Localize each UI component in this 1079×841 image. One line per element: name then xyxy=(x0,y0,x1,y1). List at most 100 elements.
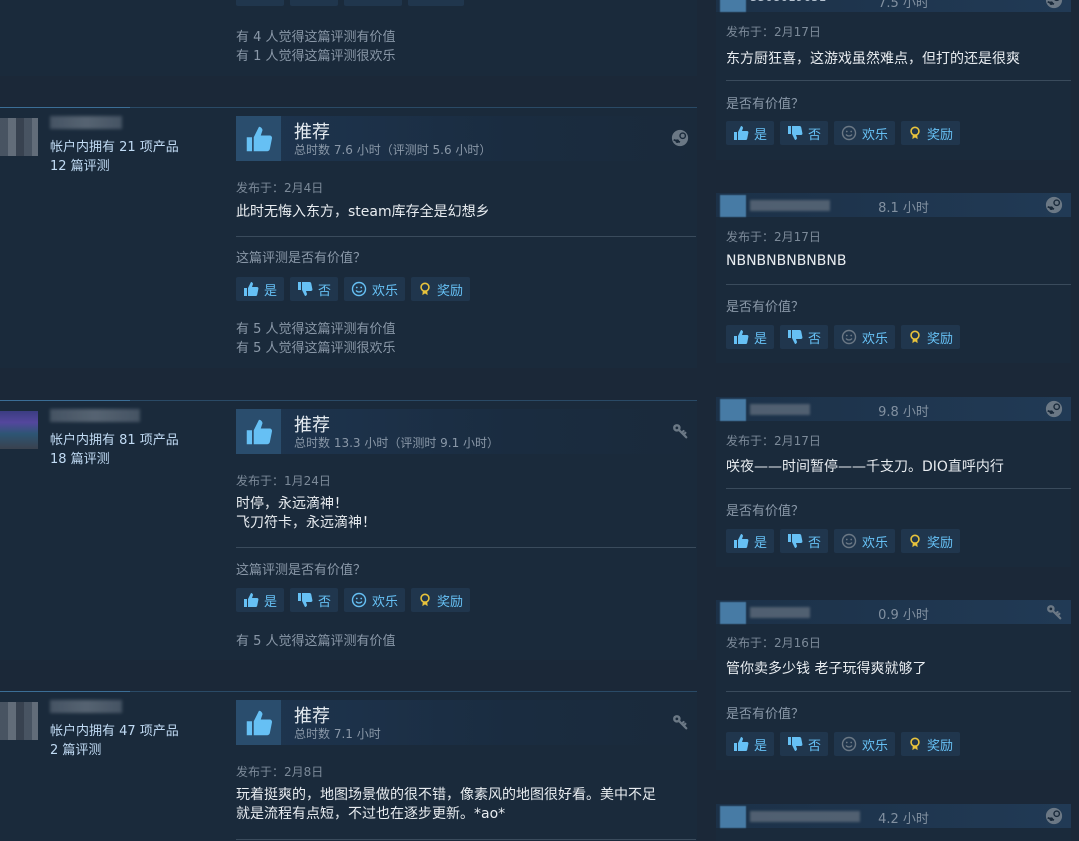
funny-button[interactable]: 欢乐 xyxy=(834,529,896,553)
funny-button[interactable]: 欢乐 xyxy=(344,277,406,301)
no-label: 否 xyxy=(808,535,822,551)
award-button[interactable]: 奖励 xyxy=(901,121,961,145)
divider xyxy=(726,284,1071,285)
helpful-yes-button[interactable]: 是 xyxy=(236,277,285,301)
helpful-no-button[interactable]: 否 xyxy=(780,732,829,756)
review-header[interactable]: 3308019651 7.5 小时 xyxy=(716,0,1071,12)
author-reviews-count[interactable]: 2 篇评测 xyxy=(50,741,179,760)
key-icon xyxy=(671,713,689,731)
helpful-no-button[interactable]: 否 xyxy=(780,121,829,145)
divider xyxy=(236,547,696,548)
yes-label: 是 xyxy=(754,331,768,347)
helpful-question: 是否有价值？ xyxy=(726,504,805,519)
author-reviews-count[interactable]: 12 篇评测 xyxy=(50,157,179,176)
review-text-line: 玩着挺爽的，地图场景做的很不错，像素风的地图很好看。美中不足 xyxy=(236,787,656,803)
review-header[interactable]: 4.2 小时 xyxy=(716,804,1071,828)
review-header[interactable]: 0.9 小时 xyxy=(716,600,1071,624)
author-name[interactable] xyxy=(50,700,122,713)
funny-button[interactable]: 欢乐 xyxy=(834,732,896,756)
funny-label: 欢乐 xyxy=(372,283,399,299)
smile-icon xyxy=(841,533,857,549)
divider xyxy=(236,236,696,237)
helpful-no-button[interactable]: 否 xyxy=(290,588,339,612)
helpful-question: 是否有价值？ xyxy=(726,707,805,722)
thumbs-up-icon xyxy=(236,409,281,454)
posted-date: 发布于：2月17日 xyxy=(726,434,821,448)
thumbs-up-icon xyxy=(733,125,749,141)
posted-date: 发布于：2月17日 xyxy=(726,25,821,39)
smile-icon xyxy=(841,125,857,141)
vote-header[interactable]: 推荐 总时数 7.1 小时 xyxy=(236,700,697,745)
thumbs-up-icon xyxy=(236,700,281,745)
helpful-no-button[interactable]: 否 xyxy=(290,277,339,301)
author-stats: 帐户内拥有 81 项产品 18 篇评测 xyxy=(50,431,179,469)
funny-button[interactable] xyxy=(344,0,402,6)
review-card: 帐户内拥有 47 项产品 2 篇评测 推荐 总时数 7.1 小时 发布于：2月8… xyxy=(0,691,697,841)
review-buttons: 是 否 欢乐 奖励 xyxy=(236,277,471,301)
key-icon xyxy=(1045,603,1063,621)
award-button[interactable]: 奖励 xyxy=(411,277,471,301)
helpful-no-button[interactable] xyxy=(290,0,338,6)
yes-label: 是 xyxy=(264,283,278,299)
no-label: 否 xyxy=(318,594,332,610)
review-buttons: 是 否 欢乐 奖励 xyxy=(726,732,961,756)
helpful-yes-button[interactable]: 是 xyxy=(726,121,775,145)
helpful-yes-button[interactable]: 是 xyxy=(726,325,775,349)
found-funny-text: 有 5 人觉得这篇评测很欢乐 xyxy=(236,341,396,356)
review-card-partial: 有 4 人觉得这篇评测有价值 有 1 人觉得这篇评测很欢乐 xyxy=(0,0,697,76)
author-name[interactable] xyxy=(50,409,140,422)
award-button[interactable]: 奖励 xyxy=(901,732,961,756)
short-review-card: 4.2 小时 xyxy=(716,804,1071,841)
helpful-question: 这篇评测是否有价值？ xyxy=(236,251,367,266)
no-label: 否 xyxy=(808,331,822,347)
review-text: 时停，永远滴神！ 飞刀符卡，永远滴神！ xyxy=(236,495,691,533)
award-icon xyxy=(908,329,922,345)
award-icon xyxy=(908,736,922,752)
award-label: 奖励 xyxy=(927,535,954,551)
review-page: 有 4 人觉得这篇评测有价值 有 1 人觉得这篇评测很欢乐 帐户内拥有 21 项… xyxy=(0,0,1079,841)
funny-button[interactable]: 欢乐 xyxy=(834,325,896,349)
steam-icon xyxy=(1045,807,1063,825)
review-text: 玩着挺爽的，地图场景做的很不错，像素风的地图很好看。美中不足 就是流程有点短，不… xyxy=(236,786,696,824)
funny-button[interactable]: 欢乐 xyxy=(834,121,896,145)
review-buttons: 是 否 欢乐 奖励 xyxy=(236,588,471,612)
review-header[interactable]: 9.8 小时 xyxy=(716,397,1071,421)
vote-header[interactable]: 推荐 总时数 13.3 小时（评测时 9.1 小时） xyxy=(236,409,697,454)
author-products-count: 帐户内拥有 47 项产品 xyxy=(50,724,179,739)
award-label: 奖励 xyxy=(927,738,954,754)
award-button[interactable] xyxy=(408,0,464,6)
thumbs-up-icon xyxy=(733,329,749,345)
award-label: 奖励 xyxy=(437,283,464,299)
award-button[interactable]: 奖励 xyxy=(901,325,961,349)
helpful-no-button[interactable]: 否 xyxy=(780,529,829,553)
award-icon xyxy=(908,533,922,549)
posted-date: 发布于：2月8日 xyxy=(236,765,324,779)
review-header[interactable]: 8.1 小时 xyxy=(716,193,1071,217)
short-review-card: 0.9 小时 发布于：2月16日 管你卖多少钱 老子玩得爽就够了 是否有价值？ … xyxy=(716,600,1071,770)
award-button[interactable]: 奖励 xyxy=(411,588,471,612)
review-buttons xyxy=(236,0,464,6)
helpful-yes-button[interactable]: 是 xyxy=(236,588,285,612)
funny-label: 欢乐 xyxy=(862,738,889,754)
thumbs-up-icon xyxy=(243,281,259,297)
thumbs-down-icon xyxy=(787,329,803,345)
author-reviews-count[interactable]: 18 篇评测 xyxy=(50,450,179,469)
no-label: 否 xyxy=(808,127,822,143)
author-avatar[interactable] xyxy=(0,702,38,740)
helpful-yes-button[interactable]: 是 xyxy=(726,732,775,756)
found-helpful-text: 有 4 人觉得这篇评测有价值 xyxy=(236,30,396,45)
review-text: 管你卖多少钱 老子玩得爽就够了 xyxy=(726,661,927,677)
review-text-line: 飞刀符卡，永远滴神！ xyxy=(236,515,376,531)
divider xyxy=(236,839,696,840)
playtime: 9.8 小时 xyxy=(878,405,929,420)
helpful-yes-button[interactable] xyxy=(236,0,284,6)
helpful-no-button[interactable]: 否 xyxy=(780,325,829,349)
author-name[interactable] xyxy=(50,116,122,129)
author-avatar[interactable] xyxy=(0,118,38,156)
vote-header[interactable]: 推荐 总时数 7.6 小时（评测时 5.6 小时） xyxy=(236,116,697,161)
award-button[interactable]: 奖励 xyxy=(901,529,961,553)
author-products-count: 帐户内拥有 81 项产品 xyxy=(50,433,179,448)
author-avatar[interactable] xyxy=(0,411,38,449)
helpful-yes-button[interactable]: 是 xyxy=(726,529,775,553)
funny-button[interactable]: 欢乐 xyxy=(344,588,406,612)
